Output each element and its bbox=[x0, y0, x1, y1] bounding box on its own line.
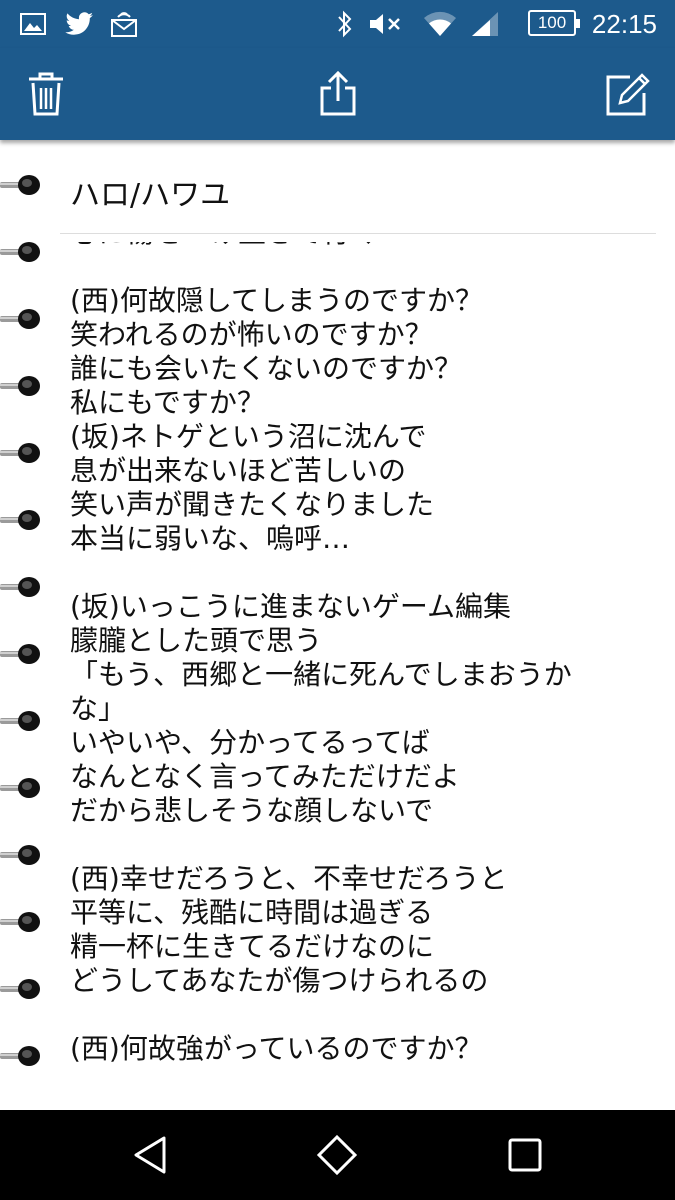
home-icon[interactable] bbox=[312, 1130, 362, 1180]
wifi-icon bbox=[422, 0, 458, 48]
binder-ring-icon bbox=[0, 843, 44, 867]
binder-ring-icon bbox=[0, 441, 44, 465]
binder-ring-icon bbox=[0, 977, 44, 1001]
twitter-icon bbox=[64, 0, 94, 48]
note-line: 本当に弱いな、嗚呼… bbox=[70, 522, 351, 555]
note-line: 私にもですか？ bbox=[70, 386, 265, 419]
recents-icon[interactable] bbox=[500, 1130, 550, 1180]
battery-icon: 100 bbox=[528, 10, 580, 36]
note-line: な」 bbox=[70, 692, 127, 725]
note-line: 平等に、残酷に時間は過ぎる bbox=[70, 896, 434, 929]
mail-icon bbox=[110, 0, 138, 48]
binder-ring-icon bbox=[0, 240, 44, 264]
binder-ring-icon bbox=[0, 173, 44, 197]
status-bar: 100 22:15 bbox=[0, 0, 675, 48]
back-icon[interactable] bbox=[125, 1130, 175, 1180]
note-line bbox=[70, 556, 572, 590]
binder-ring-icon bbox=[0, 508, 44, 532]
note-line bbox=[70, 998, 572, 1032]
note-line: (坂)いっこうに進まないゲーム編集 bbox=[70, 590, 512, 623]
title-divider bbox=[60, 233, 656, 234]
binder-ring-icon bbox=[0, 1044, 44, 1068]
note-line: なんとなく言ってみただけだよ bbox=[70, 760, 460, 793]
binder-ring-icon bbox=[0, 307, 44, 331]
note-line: (西)何故隠してしまうのですか？ bbox=[70, 284, 484, 317]
binder-ring-icon bbox=[0, 575, 44, 599]
note-page: ハロ/ハワユ 心に傷をつけ生きて行く (西)何故隠してしまうのですか？笑われるの… bbox=[0, 140, 675, 1110]
binder-ring-icon bbox=[0, 709, 44, 733]
note-line: 息が出来ないほど苦しいの bbox=[70, 454, 407, 487]
toolbar bbox=[0, 48, 675, 140]
note-line: だから悲しそうな顔しないで bbox=[70, 794, 434, 827]
gallery-icon bbox=[20, 0, 46, 48]
mute-icon bbox=[368, 0, 402, 48]
edit-icon[interactable] bbox=[600, 66, 656, 122]
note-line: 朦朧とした頭で思う bbox=[70, 624, 323, 657]
note-line: (西)何故強がっているのですか？ bbox=[70, 1032, 483, 1065]
binder-ring-icon bbox=[0, 910, 44, 934]
signal-icon bbox=[470, 0, 500, 48]
note-line: 「もう、西郷と一緒に死んでしまおうか bbox=[70, 658, 572, 691]
binder-ring-icon bbox=[0, 374, 44, 398]
binder-ring-icon bbox=[0, 642, 44, 666]
note-line: 心に傷をつけ生きて行く bbox=[70, 242, 572, 250]
note-line bbox=[70, 828, 572, 862]
note-line: 精一杯に生きてるだけなのに bbox=[70, 930, 435, 963]
clock: 22:15 bbox=[591, 8, 657, 39]
bluetooth-icon bbox=[336, 0, 354, 48]
note-line: (西)幸せだろうと、不幸せだろうと bbox=[70, 862, 508, 895]
note-line: (坂)ネトゲという沼に沈んで bbox=[70, 420, 427, 453]
note-line: いやいや、分かってるってば bbox=[70, 726, 430, 759]
note-lines: 心に傷をつけ生きて行く (西)何故隠してしまうのですか？笑われるのが怖いのですか… bbox=[70, 242, 572, 1066]
share-icon[interactable] bbox=[310, 66, 366, 122]
note-line bbox=[70, 250, 572, 284]
note-line: 笑われるのが怖いのですか？ bbox=[70, 318, 433, 351]
note-line: 笑い声が聞きたくなりました bbox=[70, 488, 435, 521]
note-title[interactable]: ハロ/ハワユ bbox=[70, 170, 230, 214]
note-body[interactable]: 心に傷をつけ生きて行く (西)何故隠してしまうのですか？笑われるのが怖いのですか… bbox=[70, 242, 650, 1110]
trash-icon[interactable] bbox=[18, 66, 74, 122]
navigation-bar bbox=[0, 1110, 675, 1200]
note-line: 誰にも会いたくないのですか？ bbox=[70, 352, 463, 385]
note-line: どうしてあなたが傷つけられるの bbox=[70, 964, 489, 997]
binder-ring-icon bbox=[0, 776, 44, 800]
